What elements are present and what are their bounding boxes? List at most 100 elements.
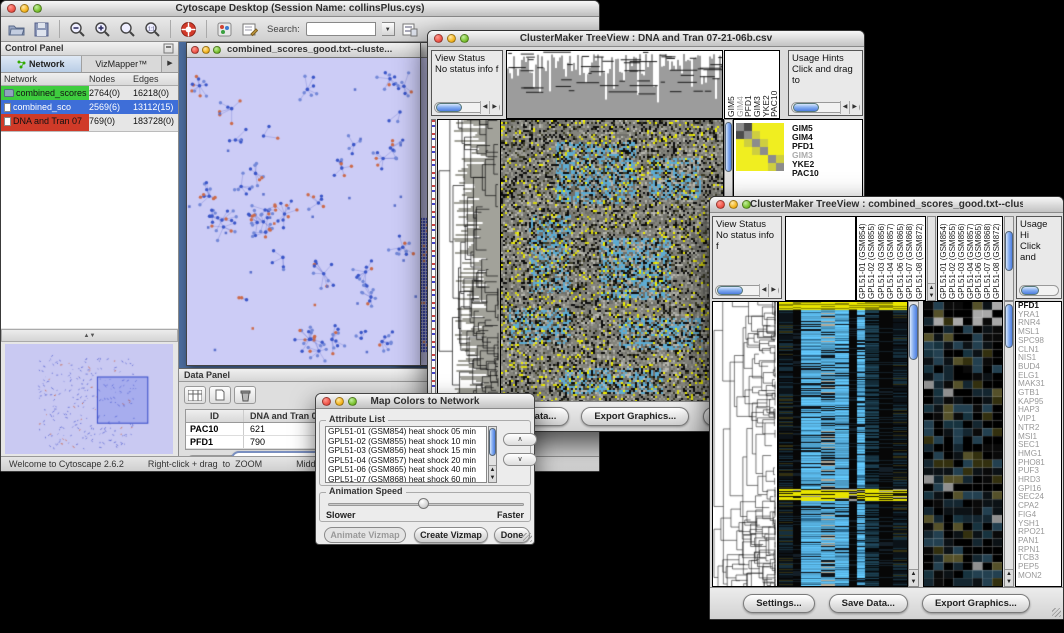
search-config-icon[interactable] [401,20,420,39]
close-icon[interactable] [191,46,199,54]
network-row-icon [4,89,14,97]
panel-divider-handle[interactable]: ▲▼ [1,329,178,342]
attribute-list[interactable]: GPL51-01 (GSM854) heat shock 05 minGPL51… [325,426,487,483]
network-view-window[interactable]: combined_scores_good.txt--cluste... [186,42,421,366]
label-split-vscrollbar[interactable]: ▲▼ [927,216,936,301]
heatmap-zoom-view[interactable] [923,301,1003,587]
delete-attribute-icon[interactable] [234,386,256,404]
labels-vscrollbar[interactable] [1004,216,1014,301]
new-attribute-icon[interactable] [209,386,231,404]
dialog-title: Map Colors to Network [356,396,494,407]
treeview-dna-title-bar[interactable]: ClusterMaker TreeView : DNA and Tran 07-… [428,31,864,47]
usage-hints-text: Click and [1020,241,1058,263]
network-view-title-bar[interactable]: combined_scores_good.txt--cluste... [187,43,420,58]
zoom-in-icon[interactable] [93,20,112,39]
column-label: PFD1 [743,52,752,117]
move-down-button[interactable]: ∨ [503,453,537,466]
resize-grip[interactable] [1052,608,1061,617]
network-table-row[interactable]: DNA and Tran 07 769(0) 183728(0) [1,114,178,128]
network-table-row[interactable]: combined_scores 2764(0) 16218(0) [1,86,178,100]
zoom-actual-size-icon[interactable]: 1:1 [143,20,162,39]
view-status-hscrollbar[interactable]: ◀▶ [434,102,500,113]
network-edges-count: 16218(0) [133,86,178,100]
move-up-button[interactable]: ∧ [503,433,537,446]
annotation-icon[interactable] [240,20,259,39]
search-dropdown-icon[interactable]: ▼ [382,22,395,36]
create-vizmap-button[interactable]: Create Vizmap [414,527,488,543]
view-status-title: View Status [435,53,499,64]
column-label: GIM3 [752,52,761,117]
zoom-out-icon[interactable] [68,20,87,39]
col-header-nodes[interactable]: Nodes [89,72,133,86]
zoom-column-label: GPL51-02 (GSM855) [948,218,957,299]
minimize-icon[interactable] [729,200,738,209]
save-icon[interactable] [32,20,51,39]
column-dendrogram-panel[interactable] [506,50,723,119]
gene-label[interactable]: MON2 [1018,572,1061,581]
resize-grip[interactable] [523,533,532,542]
tab-overflow-icon[interactable]: ▶ [162,56,178,72]
close-icon[interactable] [434,34,443,43]
network-canvas[interactable] [187,58,420,365]
usage-hints-hscrollbar[interactable] [1019,285,1059,296]
usage-hints-hscrollbar[interactable]: ◀▶ [791,102,860,113]
vizmapper-icon[interactable] [215,20,234,39]
speed-slider-thumb[interactable] [418,498,429,509]
open-folder-icon[interactable] [7,20,26,39]
view-status-text: No status info f [435,64,499,75]
column-dendrogram-panel[interactable] [785,216,856,301]
network-overview-canvas[interactable] [5,344,173,454]
col-header-network[interactable]: Network [1,72,89,86]
col-header-edges[interactable]: Edges [133,72,178,86]
close-icon[interactable] [716,200,725,209]
save-data-button[interactable]: Save Data... [829,594,908,613]
tab-vizmapper[interactable]: VizMapper™ [82,56,163,72]
column-label: GPL51-04 (GSM857) [886,218,895,299]
export-graphics-button[interactable]: Export Graphics... [922,594,1030,613]
heatmap-global-view[interactable] [778,301,908,587]
col-header-id[interactable]: ID [186,410,244,422]
tab-network[interactable]: Network [1,56,82,72]
column-label: GPL51-07 (GSM868) [905,218,914,299]
view-status-title: View Status [716,219,778,230]
gene-list-vscrollbar[interactable]: ▲▼ [1004,301,1014,587]
close-icon[interactable] [7,4,16,13]
minimize-icon[interactable] [202,46,210,54]
attribute-list-vscrollbar[interactable]: ▲▼ [488,426,497,483]
export-graphics-button[interactable]: Export Graphics... [581,407,689,426]
dialog-title-bar[interactable]: Map Colors to Network [316,394,534,409]
zoom-matrix-canvas[interactable] [736,123,784,171]
zoom-window-icon[interactable] [213,46,221,54]
row-dendrogram-panel[interactable] [712,301,778,587]
attribute-select-icon[interactable] [184,386,206,404]
attribute-list-item[interactable]: GPL51-07 (GSM868) heat shock 60 min [328,475,486,483]
heatmap-vscrollbar[interactable]: ▲▼ [908,301,919,587]
help-icon[interactable] [179,20,198,39]
search-label: Search: [267,24,300,35]
column-label: GPL51-01 (GSM854) [858,218,867,299]
minimize-icon[interactable] [20,4,29,13]
network-nodes-count: 2764(0) [89,86,133,100]
network-list-empty-area[interactable] [1,131,178,328]
gene-label-list[interactable]: PFD1YRA1RNR4MSL1SPC98CLN1NIS1BUD4ELG1MAK… [1015,301,1062,587]
heatmap-global-view[interactable] [500,119,724,403]
column-label: GPL51-06 (GSM865) [896,218,905,299]
float-panel-icon[interactable] [163,43,174,54]
main-title-bar[interactable]: Cytoscape Desktop (Session Name: collins… [1,1,599,17]
zoom-selected-icon[interactable] [118,20,137,39]
gene-label[interactable]: PAC10 [792,169,819,178]
view-status-hscrollbar[interactable]: ◀▶ [715,285,779,296]
settings-button[interactable]: Settings... [743,594,814,613]
network-table-row[interactable]: combined_sco 2569(6) 13112(15) [1,100,178,114]
close-icon[interactable] [322,397,331,406]
minimize-icon[interactable] [335,397,344,406]
welcome-text: Welcome to Cytoscape 2.6.2 [9,459,124,469]
treeview-combined-title-bar[interactable]: ClusterMaker TreeView : combined_scores_… [710,197,1063,213]
heatmap-column-labels[interactable]: GPL51-01 (GSM854)GPL51-02 (GSM855)GPL51-… [856,216,926,301]
minimize-icon[interactable] [447,34,456,43]
animate-vizmap-button[interactable]: Animate Vizmap [324,527,406,543]
search-input[interactable] [306,22,376,36]
row-dendrogram-panel[interactable] [437,119,501,403]
heatmap-column-labels[interactable]: GIM5GIM4PFD1GIM3YKE2PAC10 [724,50,780,119]
zoom-column-labels[interactable]: GPL51-01 (GSM854)GPL51-02 (GSM855)GPL51-… [937,216,1003,301]
